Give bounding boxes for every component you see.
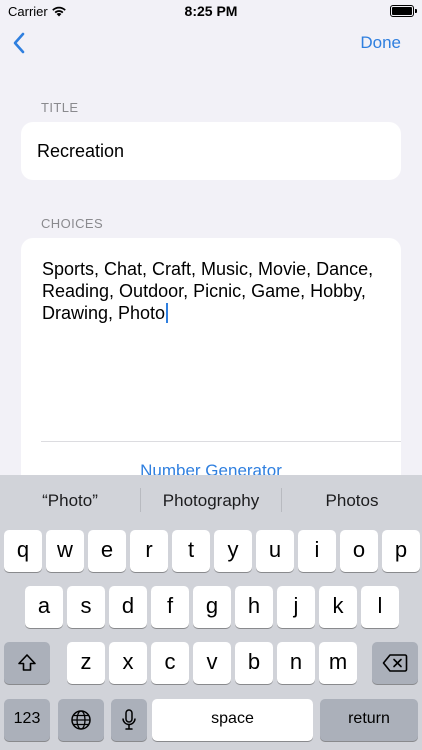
delete-key[interactable]	[372, 642, 418, 684]
divider	[41, 441, 401, 442]
key-i[interactable]: i	[298, 530, 336, 572]
space-key[interactable]: space	[152, 699, 313, 741]
battery-fill	[392, 7, 412, 15]
title-value: Recreation	[37, 141, 125, 161]
key-h[interactable]: h	[235, 586, 273, 628]
key-k[interactable]: k	[319, 586, 357, 628]
key-d[interactable]: d	[109, 586, 147, 628]
microphone-icon	[122, 709, 136, 730]
key-w[interactable]: w	[46, 530, 84, 572]
status-bar: Carrier 8:25 PM	[0, 0, 422, 24]
battery-tip	[415, 9, 417, 13]
suggestion-photos[interactable]: Photos	[282, 491, 422, 511]
key-g[interactable]: g	[193, 586, 231, 628]
suggestion-quoted[interactable]: “Photo”	[0, 491, 140, 511]
key-s[interactable]: s	[67, 586, 105, 628]
suggestion-photography[interactable]: Photography	[141, 491, 281, 511]
globe-icon	[71, 710, 91, 730]
suggestion-bar: “Photo” Photography Photos	[0, 475, 422, 525]
done-button[interactable]: Done	[360, 33, 401, 53]
key-c[interactable]: c	[151, 642, 189, 684]
back-button[interactable]	[8, 29, 34, 57]
microphone-key[interactable]	[111, 699, 147, 741]
key-t[interactable]: t	[172, 530, 210, 572]
key-v[interactable]: v	[193, 642, 231, 684]
key-a[interactable]: a	[25, 586, 63, 628]
choices-card: Sports, Chat, Craft, Music, Movie, Dance…	[21, 238, 401, 498]
shift-icon	[18, 654, 36, 671]
key-o[interactable]: o	[340, 530, 378, 572]
shift-key[interactable]	[4, 642, 50, 684]
globe-key[interactable]	[58, 699, 104, 741]
choices-text: Sports, Chat, Craft, Music, Movie, Dance…	[42, 259, 374, 323]
key-b[interactable]: b	[235, 642, 273, 684]
title-field[interactable]: Recreation	[21, 122, 401, 180]
choices-section-header: CHOICES	[41, 216, 104, 231]
key-j[interactable]: j	[277, 586, 315, 628]
return-key[interactable]: return	[320, 699, 418, 741]
key-z[interactable]: z	[67, 642, 105, 684]
key-u[interactable]: u	[256, 530, 294, 572]
chevron-left-icon	[13, 32, 25, 54]
key-l[interactable]: l	[361, 586, 399, 628]
key-y[interactable]: y	[214, 530, 252, 572]
title-section-header: TITLE	[41, 100, 79, 115]
key-x[interactable]: x	[109, 642, 147, 684]
key-r[interactable]: r	[130, 530, 168, 572]
key-p[interactable]: p	[382, 530, 420, 572]
key-e[interactable]: e	[88, 530, 126, 572]
text-cursor	[166, 303, 169, 323]
numbers-key[interactable]: 123	[4, 699, 50, 741]
key-n[interactable]: n	[277, 642, 315, 684]
key-m[interactable]: m	[319, 642, 357, 684]
choices-text-area[interactable]: Sports, Chat, Craft, Music, Movie, Dance…	[42, 258, 387, 324]
battery-icon	[390, 5, 417, 17]
key-f[interactable]: f	[151, 586, 189, 628]
delete-icon	[382, 654, 408, 672]
keyboard: “Photo” Photography Photos q w e r t y u…	[0, 475, 422, 750]
status-time: 8:25 PM	[184, 3, 238, 19]
key-q[interactable]: q	[4, 530, 42, 572]
